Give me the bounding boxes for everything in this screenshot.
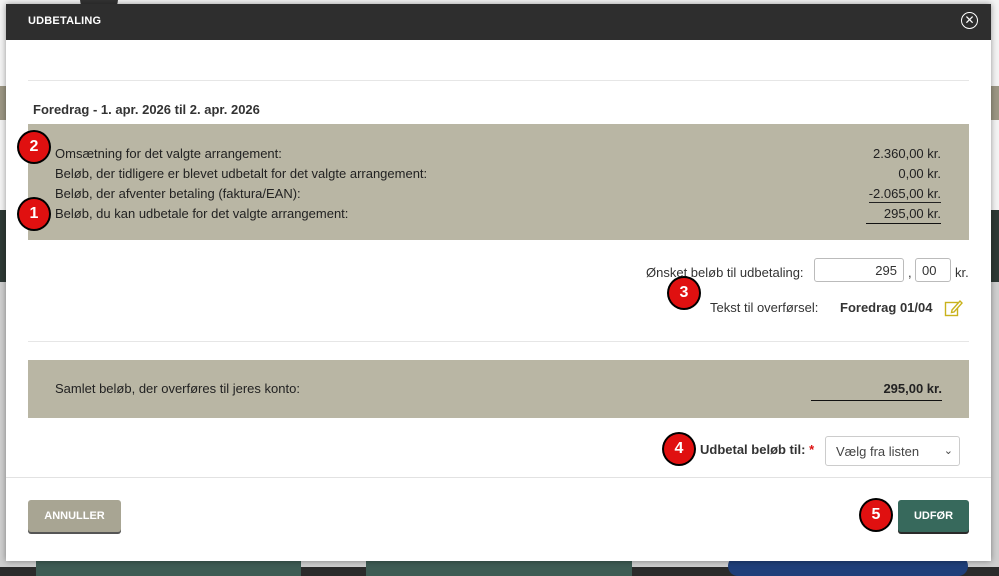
select-value: Vælg fra listen xyxy=(836,444,920,459)
pencil-edit-icon[interactable] xyxy=(944,298,964,318)
step-badge: 3 xyxy=(669,278,699,308)
footer-divider xyxy=(6,477,991,478)
amount-separator: , xyxy=(908,265,912,280)
submit-button[interactable]: UDFØR xyxy=(898,500,969,532)
total-value: 295,00 kr. xyxy=(811,381,942,401)
modal-header: UDBETALING ✕ xyxy=(6,4,991,40)
step-badge: 5 xyxy=(861,500,891,530)
amount-unit: kr. xyxy=(955,265,969,280)
event-title: Foredrag - 1. apr. 2026 til 2. apr. 2026 xyxy=(33,102,260,117)
payout-to-text: Udbetal beløb til: xyxy=(700,442,806,457)
summary-label: Beløb, du kan udbetale for det valgte ar… xyxy=(55,206,349,221)
summary-value: -2.065,00 kr. xyxy=(868,186,941,203)
payout-to-label: Udbetal beløb til: * xyxy=(700,442,814,457)
summary-box: Omsætning for det valgte arrangement: 2.… xyxy=(28,124,969,240)
step-badge: 1 xyxy=(19,199,49,229)
amount-oere-input[interactable] xyxy=(915,258,951,282)
total-box: Samlet beløb, der overføres til jeres ko… xyxy=(28,360,969,418)
transfer-text-label: Tekst til overførsel: xyxy=(710,300,819,315)
summary-value: 0,00 kr. xyxy=(898,166,941,181)
amount-kroner-input[interactable] xyxy=(814,258,904,282)
payout-modal: UDBETALING ✕ Foredrag - 1. apr. 2026 til… xyxy=(6,4,991,561)
payout-account-select[interactable]: Vælg fra listen ⌄ xyxy=(825,436,960,466)
chevron-down-icon: ⌄ xyxy=(943,445,953,457)
required-mark: * xyxy=(809,442,815,457)
summary-value: 295,00 kr. xyxy=(865,206,941,224)
summary-value: 2.360,00 kr. xyxy=(873,146,941,161)
divider xyxy=(28,80,969,81)
total-label: Samlet beløb, der overføres til jeres ko… xyxy=(55,381,300,396)
transfer-text-value: Foredrag 01/04 xyxy=(840,300,933,315)
summary-label: Omsætning for det valgte arrangement: xyxy=(55,146,282,161)
cancel-button[interactable]: ANNULLER xyxy=(28,500,121,532)
step-badge: 4 xyxy=(664,434,694,464)
close-icon[interactable]: ✕ xyxy=(961,12,978,29)
modal-title: UDBETALING xyxy=(28,15,102,27)
divider xyxy=(28,341,969,342)
amount-label: Ønsket beløb til udbetaling: xyxy=(646,265,804,280)
summary-label: Beløb, der tidligere er blevet udbetalt … xyxy=(55,166,428,181)
summary-label: Beløb, der afventer betaling (faktura/EA… xyxy=(55,186,301,201)
step-badge: 2 xyxy=(19,132,49,162)
